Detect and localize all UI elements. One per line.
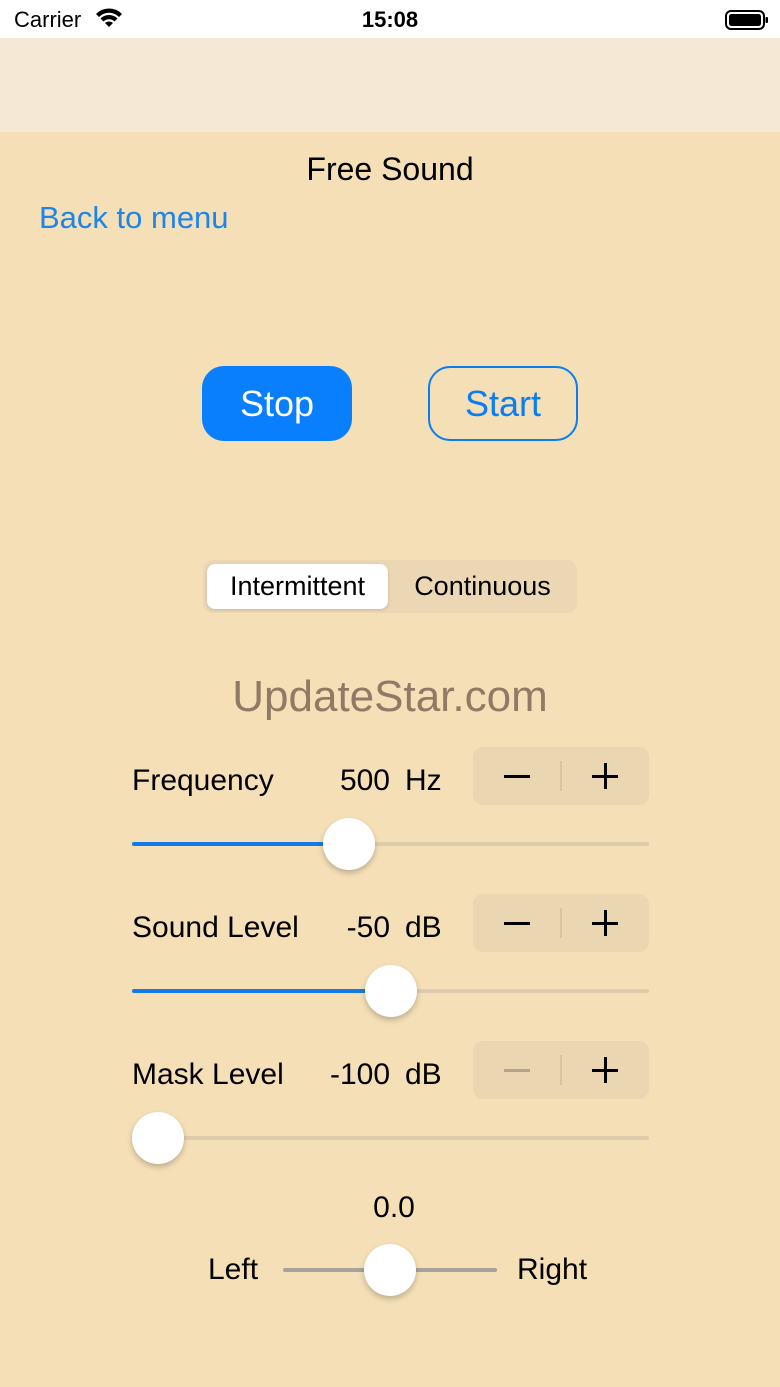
mask-level-decrement-button[interactable] [473, 1041, 561, 1099]
navigation-bar [0, 38, 780, 132]
mask-level-slider[interactable] [132, 1112, 649, 1164]
frequency-label: Frequency [132, 764, 274, 797]
segment-continuous[interactable]: Continuous [390, 564, 575, 609]
sound-level-unit: dB [405, 911, 442, 944]
clock-label: 15:08 [361, 7, 419, 32]
mask-level-unit: dB [405, 1058, 442, 1091]
sound-level-label: Sound Level [132, 911, 299, 944]
frequency-stepper [473, 747, 649, 805]
slider-fill [132, 842, 349, 846]
sound-level-decrement-button[interactable] [473, 894, 561, 952]
balance-left-label: Left [208, 1253, 259, 1286]
battery-icon [725, 10, 768, 30]
segment-intermittent[interactable]: Intermittent [207, 564, 388, 609]
minus-icon [504, 1057, 530, 1083]
stop-button[interactable]: Stop [202, 366, 352, 441]
slider-thumb[interactable] [322, 818, 375, 870]
status-bar: Carrier 15:08 [0, 0, 780, 38]
slider-fill [132, 989, 391, 993]
mode-segmented-control: Intermittent Continuous [203, 560, 577, 613]
slider-thumb[interactable] [364, 1244, 416, 1296]
sound-level-stepper [473, 894, 649, 952]
frequency-value: 500 [339, 764, 390, 797]
sound-level-increment-button[interactable] [561, 894, 649, 952]
minus-icon [504, 763, 530, 789]
balance-value: 0.0 [373, 1191, 415, 1224]
minus-icon [504, 910, 530, 936]
plus-icon [592, 1057, 618, 1083]
sound-level-slider[interactable] [132, 965, 649, 1017]
page-title: Free Sound [306, 151, 474, 187]
start-button[interactable]: Start [428, 366, 578, 441]
frequency-increment-button[interactable] [561, 747, 649, 805]
frequency-unit: Hz [405, 764, 442, 797]
sound-level-value: -50 [346, 911, 390, 944]
back-to-menu-link[interactable]: Back to menu [39, 200, 229, 236]
mask-level-increment-button[interactable] [561, 1041, 649, 1099]
plus-icon [592, 763, 618, 789]
slider-thumb[interactable] [364, 965, 417, 1017]
slider-thumb[interactable] [132, 1112, 184, 1164]
balance-slider[interactable] [283, 1244, 497, 1296]
mask-level-label: Mask Level [132, 1058, 284, 1091]
frequency-slider[interactable] [132, 818, 649, 870]
slider-track [132, 1136, 649, 1140]
plus-icon [592, 910, 618, 936]
mask-level-value: -100 [329, 1058, 390, 1091]
frequency-decrement-button[interactable] [473, 747, 561, 805]
balance-right-label: Right [517, 1253, 588, 1286]
mask-level-stepper [473, 1041, 649, 1099]
watermark-text: UpdateStar.com [232, 672, 548, 721]
